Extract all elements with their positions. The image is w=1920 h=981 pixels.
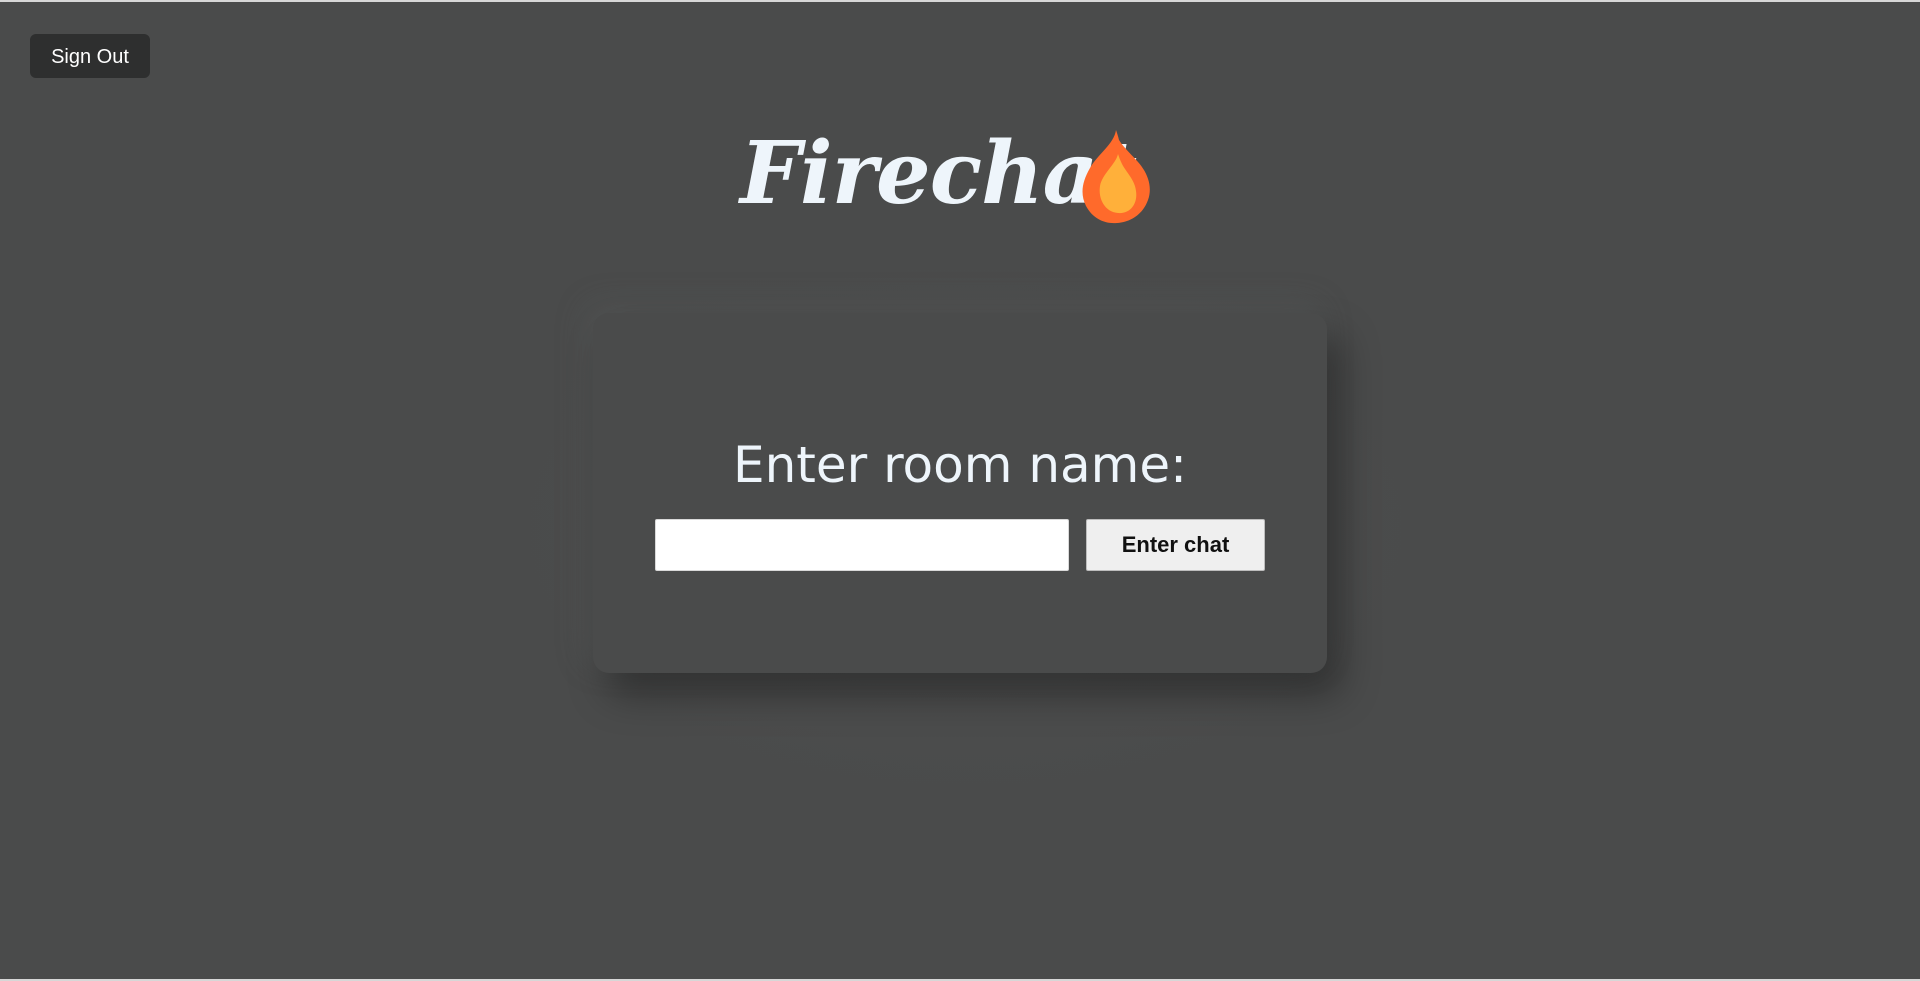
app-title: Firechat (740, 123, 1137, 224)
enter-chat-button[interactable]: Enter chat (1086, 519, 1265, 571)
sign-out-button[interactable]: Sign Out (30, 34, 150, 78)
room-entry-card: Enter room name: Enter chat (593, 313, 1327, 673)
room-name-heading: Enter room name: (733, 435, 1187, 494)
app-logo: Firechat (740, 120, 1160, 230)
flame-icon (1080, 128, 1154, 224)
room-name-input[interactable] (655, 519, 1069, 571)
app-window: Sign Out Firechat Enter room name: Enter… (0, 0, 1920, 981)
